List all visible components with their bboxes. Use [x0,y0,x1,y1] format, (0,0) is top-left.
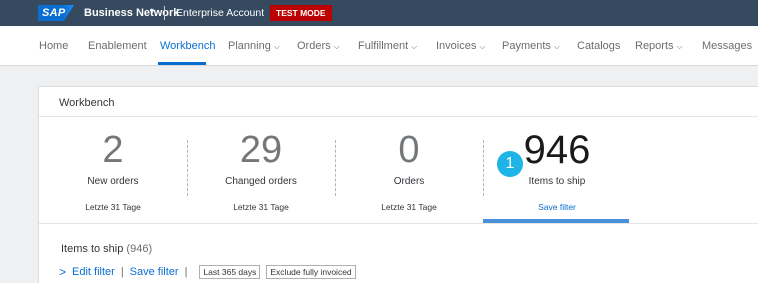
tile-value: 2 [102,129,124,171]
section-title: Items to ship (946) [61,243,152,255]
nav-invoices[interactable]: Invoices ⌵ [436,40,485,52]
nav-catalogs[interactable]: Catalogs [577,40,620,52]
chevron-down-icon: ⌵ [479,42,486,51]
main-nav: Home Enablement Workbench Planning ⌵ Orde… [0,26,758,66]
nav-label: Invoices [436,40,477,52]
nav-label: Workbench [160,40,216,52]
filter-chip-invoiced[interactable]: Exclude fully invoiced [266,265,356,279]
nav-label: Fulfillment [358,40,409,52]
nav-label: Payments [502,40,551,52]
test-mode-badge: TEST MODE [270,5,332,21]
card-title: Workbench [39,87,758,117]
workbench-card: Workbench 2 New orders Letzte 31 Tage 29… [38,86,758,283]
chevron-down-icon: ⌵ [273,42,280,51]
chevron-down-icon: ⌵ [333,42,340,51]
separator: | [184,266,188,278]
tile-value: 29 [239,129,283,171]
tile-period: Letzte 31 Tage [85,202,141,212]
nav-reports[interactable]: Reports ⌵ [635,40,683,52]
active-tab-indicator [158,62,206,65]
nav-workbench[interactable]: Workbench [160,40,215,52]
tile-label: Items to ship [528,176,586,187]
nav-orders[interactable]: Orders ⌵ [297,40,340,52]
chevron-down-icon: ⌵ [676,42,683,51]
nav-messages[interactable]: Messages [702,40,752,52]
tile-value: 0 [398,129,420,171]
tile-label: New orders [87,176,139,187]
nav-planning[interactable]: Planning ⌵ [228,40,280,52]
nav-payments[interactable]: Payments ⌵ [502,40,560,52]
nav-label: Planning [228,40,271,52]
app-title[interactable]: Business Network [84,7,179,19]
nav-label: Catalogs [577,40,621,52]
selected-tile-indicator [483,219,629,223]
tile-label: Changed orders [225,176,297,187]
nav-home[interactable]: Home [39,40,68,52]
save-filter-link[interactable]: Save filter [130,266,179,278]
edit-filter-link[interactable]: Edit filter [72,266,115,278]
tile-changed-orders[interactable]: 29 Changed orders Letzte 31 Tage [187,118,335,224]
tile-orders[interactable]: 0 Orders Letzte 31 Tage [335,118,483,224]
separator: | [120,266,124,278]
nav-label: Home [39,40,69,52]
nav-label: Reports [635,40,674,52]
section-count: (946) [126,243,153,255]
filter-chip-date[interactable]: Last 365 days [199,265,261,279]
nav-label: Messages [702,40,753,52]
nav-label: Orders [297,40,331,52]
step-badge: 1 [497,151,523,177]
filter-bar: > Edit filter | Save filter | Last 365 d… [59,265,356,279]
nav-fulfillment[interactable]: Fulfillment ⌵ [358,40,417,52]
chevron-down-icon[interactable]: ▼ [148,7,156,16]
divider [164,6,165,20]
tile-row: 2 New orders Letzte 31 Tage 29 Changed o… [39,118,758,224]
tile-label: Orders [393,176,425,187]
account-type: Enterprise Account [176,7,265,19]
tile-period: Letzte 31 Tage [233,202,289,212]
nav-label: Enablement [88,40,147,52]
chevron-down-icon: ⌵ [411,42,418,51]
sap-logo[interactable]: SAP [38,5,74,21]
chevron-down-icon: ⌵ [553,42,560,51]
tile-new-orders[interactable]: 2 New orders Letzte 31 Tage [39,118,187,224]
section-title-text: Items to ship [61,243,124,255]
nav-enablement[interactable]: Enablement [88,40,147,52]
tile-period: Letzte 31 Tage [381,202,437,212]
chevron-right-icon[interactable]: > [59,265,66,279]
save-filter-link[interactable]: Save filter [483,202,631,212]
shell-bar: SAP Business Network ▼ Enterprise Accoun… [0,0,758,26]
